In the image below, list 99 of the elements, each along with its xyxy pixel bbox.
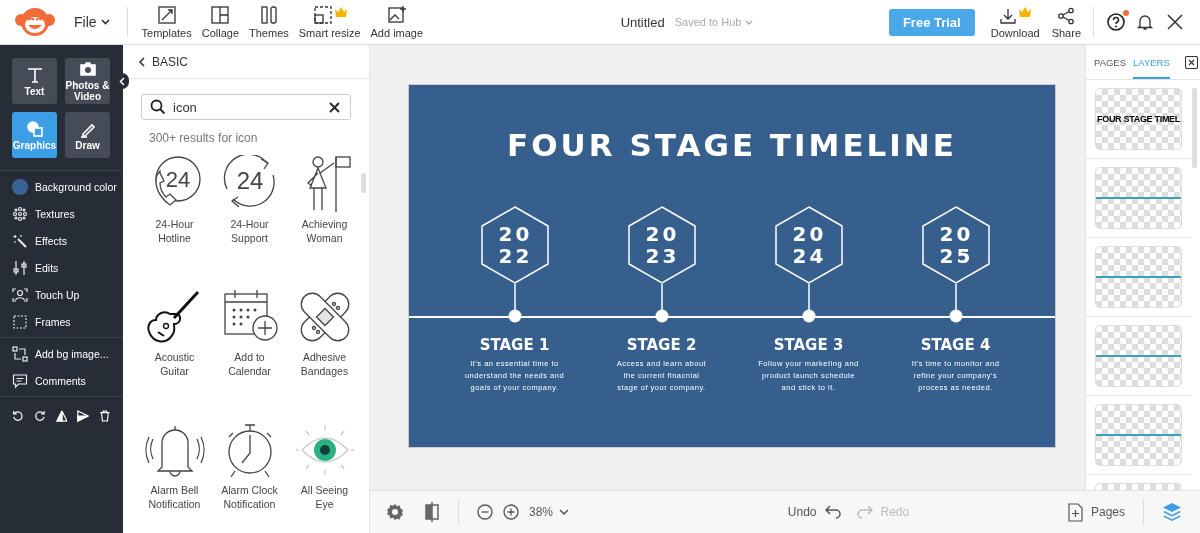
- sidebar-tool[interactable]: Text: [12, 58, 57, 104]
- camera-icon: [78, 60, 97, 78]
- clear-icon[interactable]: [329, 101, 340, 113]
- toolbar-button[interactable]: Add image: [368, 5, 426, 39]
- sidebar-tool[interactable]: Photos & Video: [65, 58, 110, 104]
- stage-title[interactable]: STAGE 1: [479, 336, 550, 354]
- sliders-icon: [12, 259, 28, 276]
- frame-icon: [12, 313, 28, 330]
- graphic-item[interactable]: Alarm Bell Notification: [137, 421, 212, 533]
- caret-icon: [559, 509, 570, 515]
- graphic-item[interactable]: Add to Calendar: [212, 288, 287, 407]
- redo-icon: [854, 505, 873, 519]
- bell-icon[interactable]: [1136, 13, 1154, 31]
- layer-thumbnail[interactable]: [1095, 325, 1182, 387]
- panel-tab[interactable]: PAGES: [1094, 45, 1127, 79]
- toolbar-button[interactable]: Collage: [199, 5, 241, 39]
- search-icon: [150, 99, 166, 115]
- hexagon-shape[interactable]: [480, 206, 549, 284]
- toolbar-button[interactable]: Themes: [247, 5, 291, 39]
- sidebar-item[interactable]: Comments: [0, 367, 123, 394]
- scrollbar[interactable]: [361, 173, 366, 193]
- undo-icon: [824, 505, 843, 519]
- graphic-item[interactable]: 24 24-Hour Support: [212, 155, 287, 274]
- document-title[interactable]: Untitled: [620, 14, 665, 30]
- graphic-item[interactable]: Achieving Woman: [287, 155, 362, 274]
- download-icon: [999, 7, 1018, 25]
- layers-icon[interactable]: [1162, 502, 1182, 522]
- layer-thumbnail[interactable]: [1095, 246, 1182, 308]
- layer-thumbnail[interactable]: FOUR STAGE TIMEL: [1095, 88, 1182, 150]
- toolbar-button[interactable]: Smart resize: [296, 5, 363, 39]
- sidebar-item[interactable]: Textures: [0, 200, 123, 227]
- results-count: 300+ results for icon: [148, 130, 259, 145]
- collage-icon: [210, 5, 231, 25]
- sidebar-item[interactable]: Frames: [0, 308, 123, 335]
- close-icon[interactable]: [1166, 13, 1184, 31]
- graphic-item[interactable]: Alarm Clock Notification: [212, 421, 287, 533]
- timeline-node[interactable]: [654, 284, 669, 323]
- toolbar-button[interactable]: Download: [988, 5, 1042, 39]
- timeline-node[interactable]: [801, 284, 816, 323]
- hexagon-shape[interactable]: [627, 206, 696, 284]
- sidebar-item[interactable]: Touch Up: [0, 281, 123, 308]
- compare-icon[interactable]: [424, 502, 440, 522]
- sidebar-item[interactable]: Edits: [0, 254, 123, 281]
- pages-button[interactable]: Pages: [1067, 502, 1125, 522]
- stage-title[interactable]: STAGE 3: [773, 336, 844, 354]
- toolbar-button[interactable]: Share: [1049, 5, 1083, 39]
- caret-icon: [100, 19, 110, 25]
- shapes-icon: [25, 119, 44, 138]
- graphic-item[interactable]: Acoustic Guitar: [137, 288, 212, 407]
- hexagon-shape[interactable]: [774, 206, 843, 284]
- magic-wand-icon: [12, 232, 28, 249]
- trash-icon[interactable]: [99, 409, 111, 423]
- timeline-node[interactable]: [948, 284, 963, 323]
- caret-icon: [745, 19, 754, 25]
- add-page-icon: [1067, 502, 1083, 522]
- undo-button[interactable]: Undo: [787, 505, 843, 519]
- dots-icon: [12, 205, 28, 222]
- rotate-left-icon[interactable]: [12, 409, 24, 423]
- text-icon: [25, 65, 44, 84]
- zoom-in-icon[interactable]: [503, 504, 519, 520]
- sidebar-tool[interactable]: Draw: [65, 112, 110, 158]
- layer-thumbnail[interactable]: [1095, 167, 1182, 229]
- scrollbar[interactable]: [1192, 88, 1197, 168]
- graphic-item[interactable]: Adhesive Bandages: [287, 288, 362, 407]
- sidebar-item[interactable]: Effects: [0, 227, 123, 254]
- add-image-icon: [386, 5, 407, 25]
- zoom-dropdown[interactable]: 38%: [529, 505, 570, 519]
- slide-background[interactable]: [408, 84, 1056, 448]
- layer-thumbnail[interactable]: [1095, 404, 1182, 466]
- slide-title[interactable]: FOUR STAGE TIMELINE: [409, 125, 1055, 165]
- sidebar-item[interactable]: Background color: [0, 173, 123, 200]
- face-scan-icon: [12, 286, 28, 303]
- zoom-out-icon[interactable]: [477, 504, 493, 520]
- file-menu[interactable]: File: [74, 14, 110, 30]
- help-icon[interactable]: [1106, 12, 1126, 32]
- chevron-left-icon: [119, 76, 125, 86]
- back-button[interactable]: BASIC: [123, 45, 369, 79]
- toolbar-button[interactable]: Templates: [139, 5, 194, 39]
- sidebar-item[interactable]: Add bg image...: [0, 340, 123, 367]
- comment-icon: [12, 372, 28, 389]
- resize-icon: [312, 5, 333, 25]
- search-field[interactable]: icon: [141, 94, 351, 120]
- settings-icon[interactable]: [386, 503, 404, 521]
- stage-title[interactable]: STAGE 4: [920, 336, 991, 354]
- rotate-right-icon[interactable]: [33, 409, 46, 423]
- flip-horizontal-icon[interactable]: [77, 409, 90, 423]
- hexagon-shape[interactable]: [921, 206, 990, 284]
- share-icon: [1057, 7, 1076, 25]
- timeline-node[interactable]: [507, 284, 522, 323]
- themes-icon: [258, 5, 279, 25]
- stage-title[interactable]: STAGE 2: [626, 336, 697, 354]
- bg-image-icon: [12, 345, 28, 362]
- logo-icon[interactable]: [15, 6, 55, 38]
- chevron-left-icon: [138, 56, 145, 67]
- template-icon: [156, 5, 177, 25]
- graphic-item[interactable]: All Seeing Eye: [287, 421, 362, 533]
- close-panel-icon[interactable]: [1184, 55, 1198, 69]
- graphic-item[interactable]: 24 24-Hour Hotline: [137, 155, 212, 274]
- flip-icon[interactable]: [55, 409, 68, 423]
